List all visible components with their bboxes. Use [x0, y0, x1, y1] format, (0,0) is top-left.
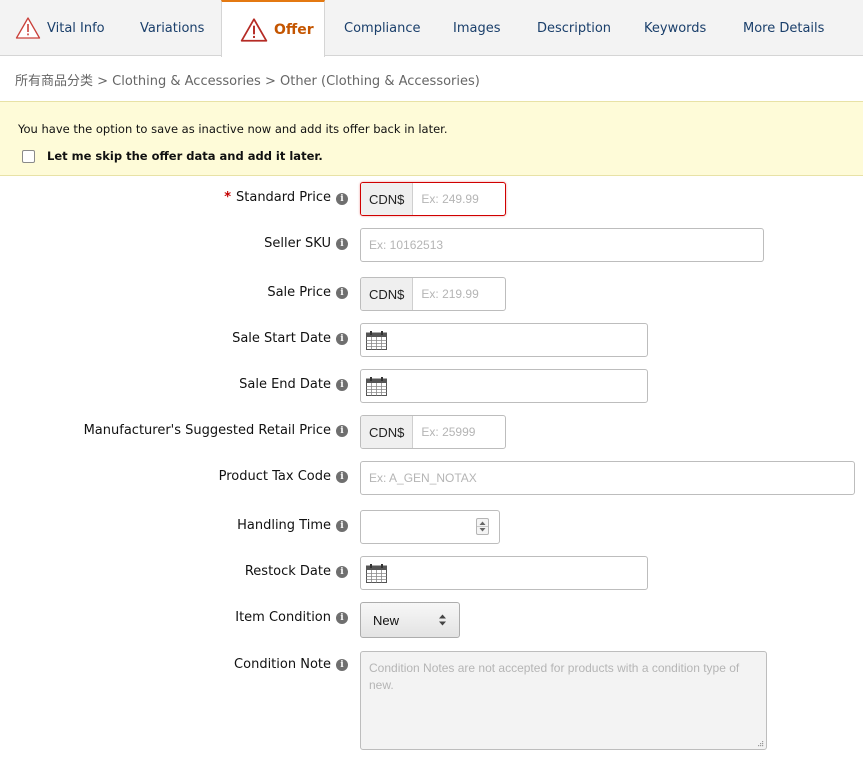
seller-sku-input[interactable]: Ex: 10162513 [360, 228, 764, 262]
sale-start-date-input[interactable] [360, 323, 648, 357]
currency-prefix: CDN$ [361, 183, 414, 215]
currency-prefix: CDN$ [361, 278, 414, 310]
tab-vital-info[interactable]: Vital Info [15, 0, 105, 56]
resize-grip-icon[interactable] [756, 739, 764, 747]
tab-variations[interactable]: Variations [140, 0, 204, 56]
item-condition-label: Item Condition [235, 610, 331, 625]
tab-label: Images [453, 20, 501, 36]
handling-time-input[interactable] [360, 510, 500, 544]
standard-price-field[interactable]: CDN$ Ex: 249.99 [360, 182, 506, 216]
item-condition-select[interactable]: New [360, 602, 460, 638]
tab-compliance[interactable]: Compliance [344, 0, 421, 56]
tab-offer[interactable]: Offer [221, 0, 325, 57]
stepper-arrows-icon [477, 521, 488, 532]
info-icon[interactable]: i [336, 425, 348, 437]
restock-date-label: Restock Date [244, 564, 331, 579]
tab-images[interactable]: Images [453, 0, 501, 56]
standard-price-label: * Standard Price [224, 190, 331, 205]
seller-sku-label: Seller SKU [264, 236, 331, 251]
tab-label: Description [537, 20, 612, 36]
placeholder: Condition Notes are not accepted for pro… [369, 661, 740, 692]
msrp-input[interactable]: Ex: 25999 [413, 425, 475, 439]
tab-label: Offer [274, 21, 314, 38]
tab-label: Vital Info [47, 20, 105, 36]
currency-prefix: CDN$ [361, 416, 414, 448]
product-tax-code-label: Product Tax Code [218, 469, 331, 484]
handling-time-label: Handling Time [237, 518, 331, 533]
info-icon[interactable]: i [336, 520, 348, 532]
condition-note-textarea[interactable]: Condition Notes are not accepted for pro… [360, 651, 767, 750]
info-icon[interactable]: i [336, 238, 348, 250]
selected-value: New [373, 612, 400, 628]
breadcrumb: 所有商品分类 > Clothing & Accessories > Other … [15, 74, 480, 89]
tab-label: Keywords [644, 20, 707, 36]
tab-label: Variations [140, 20, 205, 36]
sale-end-date-input[interactable] [360, 369, 648, 403]
info-icon[interactable]: i [336, 287, 348, 299]
msrp-label: Manufacturer's Suggested Retail Price [83, 423, 331, 438]
number-stepper[interactable] [476, 518, 489, 535]
msrp-field[interactable]: CDN$ Ex: 25999 [360, 415, 506, 449]
tab-bar: Vital Info Variations Offer Compliance I… [0, 0, 863, 57]
placeholder: Ex: 10162513 [369, 238, 444, 252]
calendar-icon[interactable] [366, 376, 387, 396]
warning-triangle-icon [240, 17, 268, 42]
info-icon[interactable]: i [336, 193, 348, 205]
info-icon[interactable]: i [336, 612, 348, 624]
skip-offer-option[interactable]: Let me skip the offer data and add it la… [22, 149, 323, 163]
sale-price-field[interactable]: CDN$ Ex: 219.99 [360, 277, 506, 311]
sale-end-date-label: Sale End Date [239, 377, 331, 392]
tab-keywords[interactable]: Keywords [644, 0, 706, 56]
calendar-icon[interactable] [366, 330, 387, 350]
select-arrows-icon [439, 614, 446, 626]
skip-offer-checkbox[interactable] [22, 149, 35, 163]
sale-price-input[interactable]: Ex: 219.99 [413, 287, 478, 301]
tab-label: Compliance [344, 20, 421, 36]
info-icon[interactable]: i [336, 566, 348, 578]
standard-price-input[interactable]: Ex: 249.99 [413, 192, 478, 206]
sale-price-label: Sale Price [267, 285, 331, 300]
info-icon[interactable]: i [336, 379, 348, 391]
condition-note-label: Condition Note [234, 657, 331, 672]
info-icon[interactable]: i [336, 333, 348, 345]
tab-label: More Details [743, 20, 825, 36]
required-marker: * [224, 190, 231, 205]
restock-date-input[interactable] [360, 556, 648, 590]
tab-more-details[interactable]: More Details [743, 0, 824, 56]
notice-text: You have the option to save as inactive … [18, 122, 448, 136]
skip-offer-label[interactable]: Let me skip the offer data and add it la… [47, 149, 323, 163]
product-tax-code-input[interactable]: Ex: A_GEN_NOTAX [360, 461, 855, 495]
placeholder: Ex: A_GEN_NOTAX [369, 471, 477, 485]
warning-triangle-icon [15, 17, 41, 39]
skip-offer-notice: You have the option to save as inactive … [0, 101, 863, 176]
tab-description[interactable]: Description [537, 0, 611, 56]
info-icon[interactable]: i [336, 659, 348, 671]
sale-start-date-label: Sale Start Date [232, 331, 331, 346]
info-icon[interactable]: i [336, 471, 348, 483]
calendar-icon[interactable] [366, 563, 387, 583]
